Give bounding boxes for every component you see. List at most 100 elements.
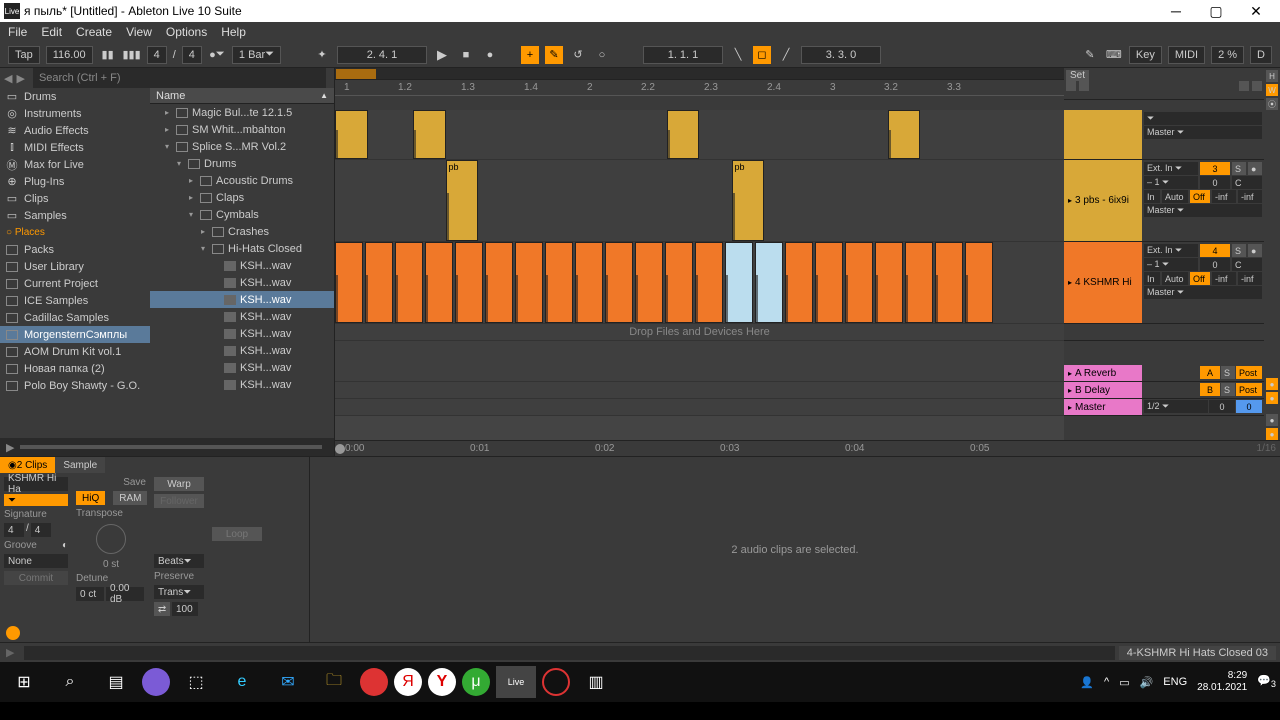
- menu-edit[interactable]: Edit: [41, 25, 62, 39]
- warp-mode[interactable]: Beats ⏷: [154, 554, 204, 568]
- ram-button[interactable]: RAM: [113, 491, 147, 505]
- hiq-button[interactable]: HiQ: [76, 491, 105, 505]
- play-button[interactable]: ▶: [433, 46, 451, 64]
- groove-value[interactable]: None: [4, 554, 68, 568]
- audio-file-item[interactable]: KSH...wav: [150, 291, 334, 308]
- audio-clip[interactable]: [335, 242, 363, 323]
- show-sends-icon[interactable]: ●: [1266, 378, 1278, 390]
- audio-clip[interactable]: [875, 242, 903, 323]
- place-item[interactable]: MorgensternСэмплы: [0, 326, 150, 343]
- menu-file[interactable]: File: [8, 25, 27, 39]
- io-show-icon[interactable]: ⦿: [1266, 98, 1278, 110]
- audio-clip[interactable]: [665, 242, 693, 323]
- lock-icon[interactable]: [1239, 81, 1249, 91]
- audio-clip[interactable]: [905, 242, 933, 323]
- tray-up-icon[interactable]: ^: [1104, 676, 1109, 688]
- opera-icon[interactable]: [360, 668, 388, 696]
- capture-icon[interactable]: ○: [593, 46, 611, 64]
- record-app-icon[interactable]: [542, 668, 570, 696]
- taskbar-app-9[interactable]: ▥: [576, 666, 616, 698]
- category-drums[interactable]: ▭Drums: [0, 88, 150, 105]
- follow-icon[interactable]: ✦: [313, 46, 331, 64]
- mail-icon[interactable]: ✉: [268, 666, 308, 698]
- place-item[interactable]: Packs: [0, 241, 150, 258]
- audio-clip[interactable]: [605, 242, 633, 323]
- audio-file-item[interactable]: KSH...wav: [150, 274, 334, 291]
- place-item[interactable]: Новая папка (2): [0, 360, 150, 377]
- audio-clip[interactable]: [725, 242, 753, 323]
- maximize-button[interactable]: ▢: [1196, 0, 1236, 22]
- overdub-button[interactable]: +: [521, 46, 539, 64]
- record-button[interactable]: ●: [481, 46, 499, 64]
- task-view-icon[interactable]: ▤: [96, 666, 136, 698]
- master-track[interactable]: ▸ Master: [1064, 399, 1142, 415]
- key-map-button[interactable]: Key: [1129, 46, 1162, 64]
- audio-clip[interactable]: [335, 110, 368, 159]
- preview-play-icon[interactable]: ▶: [6, 441, 14, 454]
- audio-clip[interactable]: [515, 242, 543, 323]
- folder-item[interactable]: ▾Drums: [150, 155, 334, 172]
- show-crossfade-icon[interactable]: ●: [1266, 428, 1278, 440]
- close-button[interactable]: ✕: [1236, 0, 1276, 22]
- audio-clip[interactable]: [815, 242, 843, 323]
- tray-people-icon[interactable]: 👤: [1080, 676, 1094, 689]
- audio-clip[interactable]: pb: [732, 160, 765, 241]
- folder-item[interactable]: ▾Cymbals: [150, 206, 334, 223]
- category-samples[interactable]: ▭Samples: [0, 207, 150, 224]
- folder-item[interactable]: ▾Hi-Hats Closed: [150, 240, 334, 257]
- menu-view[interactable]: View: [126, 25, 152, 39]
- return-track[interactable]: ▸ B Delay: [1064, 382, 1142, 398]
- audio-clip[interactable]: [413, 110, 446, 159]
- drop-zone[interactable]: Drop Files and Devices Here: [335, 324, 1064, 341]
- metronome-icon[interactable]: ●⏷: [208, 46, 226, 64]
- clip-name-field[interactable]: KSHMR Hi Ha: [4, 477, 68, 491]
- loop-button[interactable]: Loop: [212, 527, 262, 541]
- groove-hotswap-icon[interactable]: ◐: [62, 540, 68, 551]
- midi-map-button[interactable]: MIDI: [1168, 46, 1205, 64]
- utorrent-icon[interactable]: μ: [462, 668, 490, 696]
- quantize-menu[interactable]: 1 Bar ⏷: [232, 46, 281, 64]
- audio-clip[interactable]: [575, 242, 603, 323]
- beat-ruler[interactable]: 11.21.31.422.22.32.433.23.3: [335, 80, 1064, 96]
- loop-start[interactable]: 1. 1. 1: [643, 46, 723, 64]
- search-input[interactable]: Search (Ctrl + F): [33, 68, 326, 88]
- width-button[interactable]: W: [1266, 84, 1278, 96]
- track-name[interactable]: [1064, 110, 1142, 159]
- preserve-mode[interactable]: Trans ⏷: [154, 585, 204, 599]
- transient-mode-icon[interactable]: ⇄: [154, 602, 170, 616]
- place-item[interactable]: ICE Samples: [0, 292, 150, 309]
- clip-tab[interactable]: ◉ 2 Clips: [0, 457, 55, 473]
- status-triangle-icon[interactable]: ▶: [0, 646, 20, 659]
- category-audio-effects[interactable]: ≋Audio Effects: [0, 122, 150, 139]
- track-name[interactable]: ▸ 4 KSHMR Hi: [1064, 242, 1142, 323]
- nudge-down-icon[interactable]: ▮▮: [99, 46, 117, 64]
- explorer-icon[interactable]: 🗀: [314, 666, 354, 698]
- menu-create[interactable]: Create: [76, 25, 112, 39]
- show-returns-icon[interactable]: ●: [1266, 392, 1278, 404]
- warp-button[interactable]: Warp: [154, 477, 204, 491]
- taskbar-app-1[interactable]: [142, 668, 170, 696]
- category-instruments[interactable]: ◎Instruments: [0, 105, 150, 122]
- audio-file-item[interactable]: KSH...wav: [150, 342, 334, 359]
- place-item[interactable]: Cadillac Samples: [0, 309, 150, 326]
- audio-clip[interactable]: [888, 110, 921, 159]
- punch-in-icon[interactable]: ╲: [729, 46, 747, 64]
- clips-area[interactable]: pbpbDrop Files and Devices Here: [335, 110, 1064, 440]
- time-ruler[interactable]: 0:000:010:020:030:040:051/16: [335, 440, 1280, 456]
- folder-item[interactable]: ▾Splice S...MR Vol.2: [150, 138, 334, 155]
- nudge-up-icon[interactable]: ▮▮▮: [123, 46, 141, 64]
- folder-item[interactable]: ▸Magic Bul...te 12.1.5: [150, 104, 334, 121]
- audio-file-item[interactable]: KSH...wav: [150, 359, 334, 376]
- audio-file-item[interactable]: KSH...wav: [150, 308, 334, 325]
- tray-lang[interactable]: ENG: [1163, 676, 1187, 688]
- automation-arm-button[interactable]: ✎: [545, 46, 563, 64]
- yandex-browser-icon[interactable]: Y: [428, 668, 456, 696]
- category-clips[interactable]: ▭Clips: [0, 190, 150, 207]
- audio-clip[interactable]: [935, 242, 963, 323]
- audio-file-item[interactable]: KSH...wav: [150, 325, 334, 342]
- scrub-handle-icon[interactable]: [335, 444, 345, 454]
- reenable-automation-icon[interactable]: ↺: [569, 46, 587, 64]
- draw-mode-icon[interactable]: ✎: [1081, 46, 1099, 64]
- time-sig-denominator[interactable]: 4: [182, 46, 202, 64]
- punch-out-icon[interactable]: ╱: [777, 46, 795, 64]
